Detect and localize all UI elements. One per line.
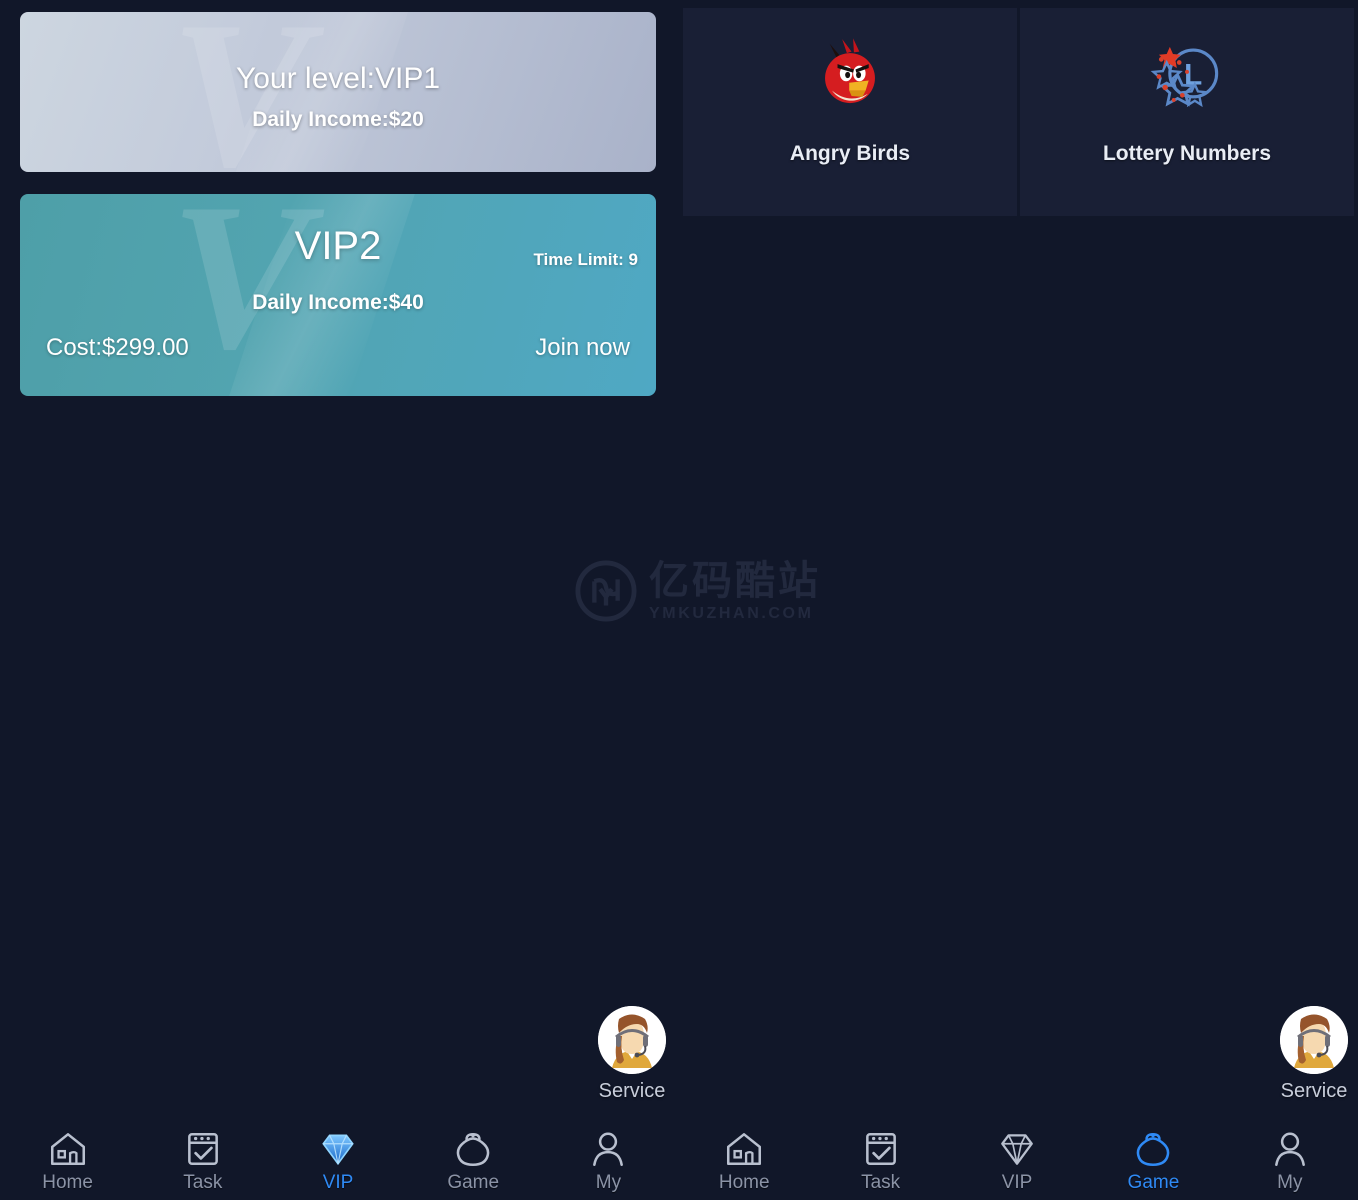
nav-label: Task bbox=[183, 1172, 223, 1193]
service-button-left[interactable]: Service bbox=[598, 1006, 666, 1103]
nav-item-task[interactable]: Task bbox=[812, 1112, 948, 1194]
current-level-income: Daily Income:$20 bbox=[252, 108, 424, 131]
vip-watermark-letter: V bbox=[170, 194, 310, 393]
nav-label: My bbox=[1277, 1172, 1303, 1193]
headset-agent-avatar bbox=[598, 1006, 666, 1074]
nav-item-my[interactable]: My bbox=[1222, 1112, 1358, 1194]
vip-offer-time-limit: Time Limit: 9 bbox=[533, 250, 638, 269]
nav-item-home[interactable]: Home bbox=[676, 1112, 812, 1194]
vip-offer-cost: Cost:$299.00 bbox=[46, 334, 189, 361]
game-pane: Angry Birds L Lottery Numbers bbox=[676, 0, 1358, 1200]
nav-label: VIP bbox=[1001, 1172, 1033, 1193]
angry-bird-icon bbox=[825, 38, 875, 107]
vip-offer-income: Daily Income:$40 bbox=[252, 291, 424, 314]
game-label: Angry Birds bbox=[789, 142, 911, 165]
nav-item-task[interactable]: Task bbox=[135, 1112, 270, 1194]
bottom-nav-right: Home Task VIP Game My bbox=[676, 1112, 1358, 1200]
home-icon bbox=[727, 1133, 762, 1165]
game-label: Lottery Numbers bbox=[1102, 142, 1272, 165]
nav-label: Home bbox=[718, 1172, 770, 1193]
vip-offer-card[interactable]: V VIP2 Time Limit: 9 Daily Income:$40 Co… bbox=[20, 194, 656, 396]
person-icon bbox=[1274, 1132, 1305, 1167]
nav-label: Home bbox=[42, 1172, 93, 1193]
service-button-right[interactable]: Service bbox=[1280, 1006, 1348, 1103]
headset-agent-avatar bbox=[1280, 1006, 1348, 1074]
task-icon bbox=[865, 1133, 896, 1165]
nav-item-my[interactable]: My bbox=[541, 1112, 676, 1194]
pouch-icon bbox=[1137, 1133, 1170, 1167]
diamond-icon bbox=[1001, 1134, 1033, 1165]
diamond-icon bbox=[322, 1134, 354, 1166]
game-card-lottery-numbers[interactable]: L Lottery Numbers bbox=[1020, 8, 1354, 216]
current-level-title: Your level:VIP1 bbox=[235, 62, 441, 95]
service-label: Service bbox=[1280, 1080, 1348, 1102]
nav-item-vip[interactable]: VIP bbox=[270, 1112, 405, 1194]
nav-label: Game bbox=[447, 1172, 500, 1193]
task-icon bbox=[187, 1133, 218, 1165]
nav-label: My bbox=[595, 1172, 622, 1193]
nav-label: Task bbox=[861, 1172, 901, 1193]
app-root: V Your level:VIP1 Daily Income:$20 V VIP… bbox=[0, 0, 1358, 1200]
nav-item-home[interactable]: Home bbox=[0, 1112, 135, 1194]
home-icon bbox=[50, 1133, 85, 1165]
nav-item-game[interactable]: Game bbox=[1085, 1112, 1221, 1194]
vip-join-now-button[interactable]: Join now bbox=[535, 334, 630, 362]
nav-label: Game bbox=[1127, 1172, 1180, 1193]
game-grid: Angry Birds L Lottery Numbers bbox=[683, 8, 1354, 216]
lottery-ball-icon: L bbox=[1150, 46, 1219, 108]
service-label: Service bbox=[598, 1080, 666, 1102]
pouch-icon bbox=[456, 1133, 490, 1167]
nav-label: VIP bbox=[322, 1172, 354, 1193]
nav-item-game[interactable]: Game bbox=[406, 1112, 541, 1194]
game-card-angry-birds[interactable]: Angry Birds bbox=[683, 8, 1017, 216]
vip-current-level-card[interactable]: V Your level:VIP1 Daily Income:$20 bbox=[20, 12, 656, 172]
vip-pane: V Your level:VIP1 Daily Income:$20 V VIP… bbox=[0, 0, 676, 1200]
nav-item-vip[interactable]: VIP bbox=[949, 1112, 1085, 1194]
bottom-nav-left: Home Task VIP Game My bbox=[0, 1112, 676, 1200]
person-icon bbox=[593, 1132, 624, 1167]
